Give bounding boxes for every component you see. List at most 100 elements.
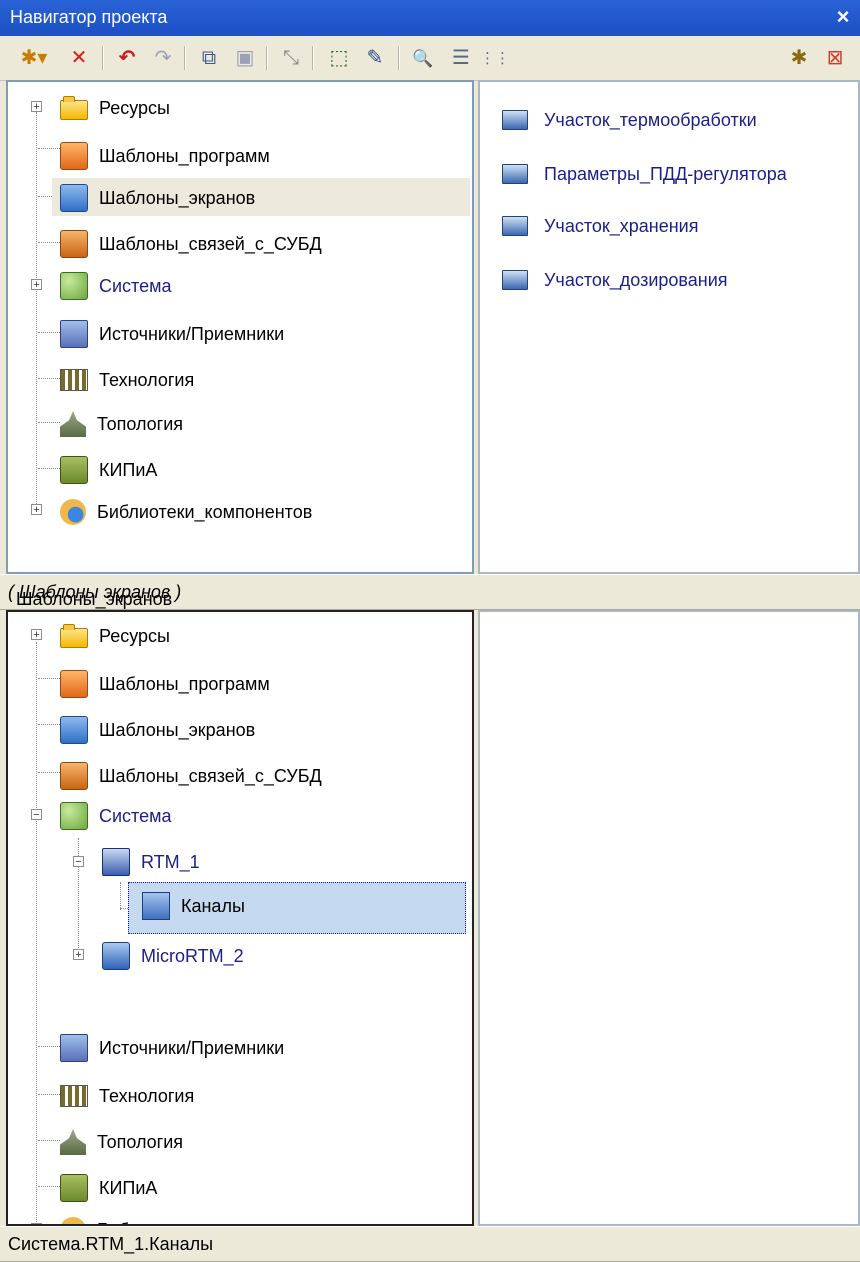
- status-text: Шаблоны_экранов ( Шаблоны экранов ): [8, 582, 181, 609]
- toolbar: ✱▾ ✕ ↶ ↷ ⧉ ▣ ⤡ ⬚ ✎ 🔍 ☰ ⋮⋮ ✱ ⊠: [0, 36, 860, 81]
- tree-item-sources[interactable]: Источники/Приемники: [60, 316, 287, 352]
- list-item-heat-treatment[interactable]: Участок_термообработки: [502, 100, 757, 140]
- tree-item-label: RTM_1: [141, 851, 200, 872]
- tree-view-icon[interactable]: ☰: [448, 45, 474, 71]
- screen-template-icon: [60, 184, 88, 212]
- program-template-icon: [60, 142, 88, 170]
- tree-item-program-templates[interactable]: Шаблоны_программ: [60, 666, 273, 702]
- tree-item-screen-templates[interactable]: Шаблоны_экранов: [60, 180, 258, 216]
- copy-icon[interactable]: ⧉: [196, 45, 222, 71]
- tree-item-program-templates[interactable]: Шаблоны_программ: [60, 138, 273, 174]
- properties-icon[interactable]: ⬚: [326, 45, 352, 71]
- tree-item-kipia[interactable]: КИПиА: [60, 452, 160, 488]
- tree-item-topology[interactable]: Топология: [60, 1124, 186, 1160]
- undo-icon[interactable]: ↶: [114, 45, 140, 71]
- kipia-icon: [60, 456, 88, 484]
- top-list-pane[interactable]: Участок_термообработки Параметры_ПДД-рег…: [478, 80, 860, 574]
- program-template-icon: [60, 670, 88, 698]
- expand-icon[interactable]: +: [31, 101, 42, 113]
- screen-icon: [502, 110, 528, 130]
- tree-item-micrortm2[interactable]: MicroRTM_2: [102, 938, 247, 974]
- tree-item-label: Библиотеки_компонентов: [94, 1218, 315, 1225]
- tree-item-system[interactable]: Система: [60, 798, 175, 834]
- find-icon[interactable]: 🔍: [410, 45, 436, 71]
- list-item-label: Участок_термообработки: [544, 109, 757, 130]
- tree-item-dbms-templates[interactable]: Шаблоны_связей_с_СУБД: [60, 758, 325, 794]
- tree-item-dbms-templates[interactable]: Шаблоны_связей_с_СУБД: [60, 226, 325, 262]
- close-icon[interactable]: ×: [830, 3, 856, 31]
- tree-item-resources[interactable]: Ресурсы: [60, 90, 173, 126]
- sources-icon: [60, 1034, 88, 1062]
- new-item-icon[interactable]: ✱▾: [10, 45, 58, 71]
- tree-item-channels[interactable]: Каналы: [142, 888, 248, 924]
- tree-item-technology[interactable]: Технология: [60, 362, 197, 398]
- path-status-bar: Система.RTM_1.Каналы: [0, 1226, 860, 1262]
- tree-item-rtm1[interactable]: RTM_1: [102, 844, 203, 880]
- tree-item-system[interactable]: Система: [60, 268, 175, 304]
- list-item-label: Параметры_ПДД-регулятора: [544, 163, 787, 184]
- delete-icon[interactable]: ✕: [66, 45, 92, 71]
- tree-item-libraries[interactable]: Библиотеки_компонентов: [60, 494, 315, 530]
- tree-item-label: Система: [99, 275, 172, 296]
- tree-item-label: Система: [99, 805, 172, 826]
- tree-item-label: Источники/Приемники: [99, 1037, 285, 1058]
- toolbar-separator: [102, 46, 104, 70]
- tree-item-libraries[interactable]: Библиотеки_компонентов: [60, 1212, 315, 1225]
- bottom-list-pane[interactable]: [478, 610, 860, 1226]
- library-icon: [60, 499, 86, 525]
- toolbar-separator: [398, 46, 400, 70]
- tree-item-topology[interactable]: Топология: [60, 406, 186, 442]
- list-item-label: Участок_дозирования: [544, 269, 728, 290]
- expand-icon[interactable]: +: [31, 629, 42, 641]
- expand-icon[interactable]: +: [73, 949, 84, 961]
- list-view-icon[interactable]: ⋮⋮: [480, 45, 510, 71]
- list-item-pid-params[interactable]: Параметры_ПДД-регулятора: [502, 154, 787, 194]
- status-path-text: Система.RTM_1.Каналы: [8, 1234, 214, 1254]
- dbms-template-icon: [60, 762, 88, 790]
- list-item-storage[interactable]: Участок_хранения: [502, 206, 698, 246]
- tree-item-label: Источники/Приемники: [99, 323, 285, 344]
- micrortm-icon: [102, 942, 130, 970]
- expand-icon[interactable]: +: [31, 504, 42, 516]
- paste-icon[interactable]: ▣: [232, 45, 258, 71]
- folder-icon: [60, 624, 88, 648]
- tree-item-label: Технология: [99, 1085, 195, 1106]
- list-item-label: Участок_хранения: [544, 215, 699, 236]
- collapse-icon[interactable]: −: [73, 856, 84, 868]
- new-window-icon[interactable]: ✱: [786, 45, 812, 71]
- tree-item-technology[interactable]: Технология: [60, 1078, 197, 1114]
- rtm-icon: [102, 848, 130, 876]
- status-main-text: Шаблоны_экранов: [16, 589, 173, 609]
- screen-icon: [502, 216, 528, 236]
- system-network-icon: [60, 272, 88, 300]
- tree-item-label: MicroRTM_2: [141, 945, 244, 966]
- tree-item-resources[interactable]: Ресурсы: [60, 618, 173, 654]
- screen-icon: [502, 164, 528, 184]
- tree-item-kipia[interactable]: КИПиА: [60, 1170, 160, 1206]
- tree-item-label: КИПиА: [99, 1177, 158, 1198]
- tree-item-label: Шаблоны_экранов: [99, 187, 256, 208]
- bottom-tree-pane[interactable]: + Ресурсы Шаблоны_программ Шаблоны_экран…: [6, 610, 474, 1226]
- close-pane-icon[interactable]: ⊠: [822, 45, 848, 71]
- list-item-dosing[interactable]: Участок_дозирования: [502, 260, 728, 300]
- edit-icon[interactable]: ✎: [362, 45, 388, 71]
- top-tree-pane[interactable]: + Ресурсы Шаблоны_программ Шаблоны_экран…: [6, 80, 474, 574]
- redo-icon[interactable]: ↷: [150, 45, 176, 71]
- tree-item-screen-templates[interactable]: Шаблоны_экранов: [60, 712, 258, 748]
- topology-icon: [60, 411, 86, 437]
- tree-item-label: Технология: [99, 369, 195, 390]
- expand-icon[interactable]: +: [31, 279, 42, 291]
- collapse-icon[interactable]: −: [31, 809, 42, 821]
- toolbar-separator: [266, 46, 268, 70]
- tree-item-label: Шаблоны_программ: [99, 673, 270, 694]
- tree-item-label: Шаблоны_программ: [99, 145, 270, 166]
- system-network-icon: [60, 802, 88, 830]
- tree-item-label: Шаблоны_связей_с_СУБД: [99, 765, 322, 786]
- selection-status-bar: Шаблоны_экранов ( Шаблоны экранов ): [0, 574, 860, 610]
- tree-item-sources[interactable]: Источники/Приемники: [60, 1030, 287, 1066]
- sources-icon: [60, 320, 88, 348]
- dbms-template-icon: [60, 230, 88, 258]
- resize-icon[interactable]: ⤡: [278, 45, 304, 71]
- toolbar-separator: [184, 46, 186, 70]
- window-title-bar: Навигатор проекта ×: [0, 0, 860, 36]
